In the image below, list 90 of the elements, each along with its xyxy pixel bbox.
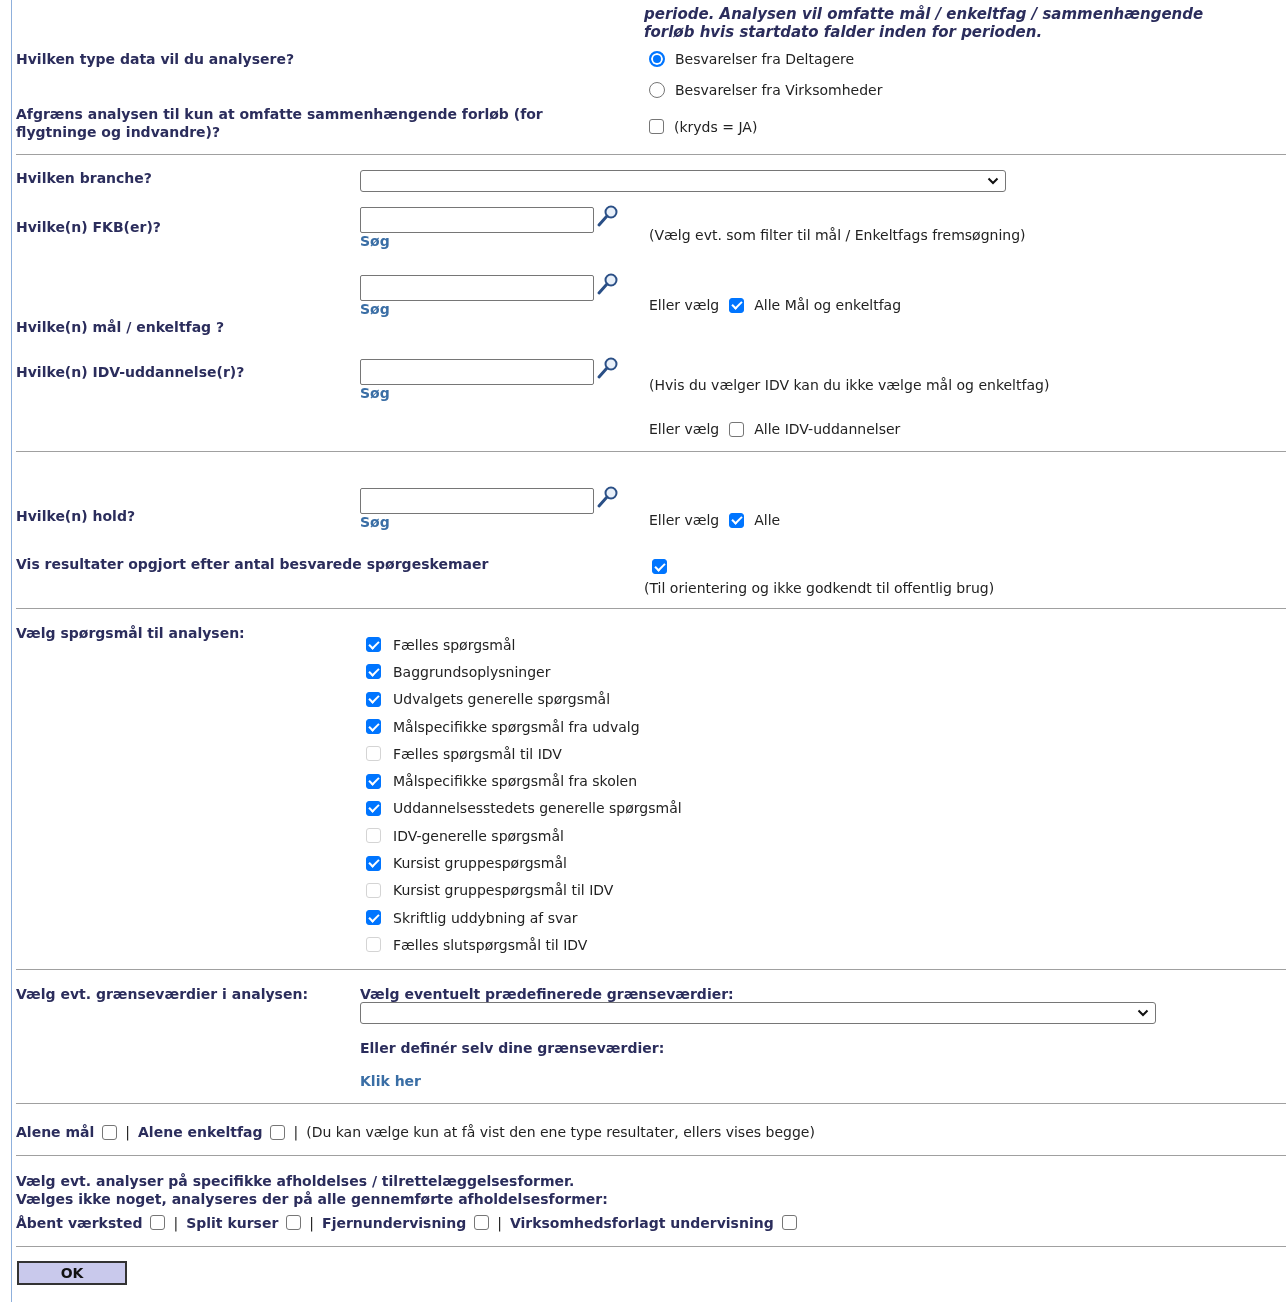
- chevron-icon: [987, 177, 999, 185]
- note-text: (Du kan vælge kun at få vist den ene type resultater, ellers vises begge): [306, 1124, 815, 1141]
- checkbox-label: Fælles spørgsmål til IDV: [393, 745, 562, 762]
- checkbox[interactable]: [729, 297, 745, 313]
- checkbox[interactable]: [150, 1215, 166, 1231]
- search-icon[interactable]: [596, 356, 620, 380]
- checkbox[interactable]: [366, 664, 381, 680]
- checkbox[interactable]: [366, 691, 381, 707]
- checkbox[interactable]: [366, 637, 381, 653]
- instruction-text: Vælges ikke noget, analyseres der på alle gennemførte afholdelsesformer:: [16, 1189, 609, 1208]
- search-icon[interactable]: [596, 272, 620, 296]
- checkbox-label: Alle IDV-uddannelser: [754, 421, 901, 437]
- checkbox[interactable]: [781, 1215, 797, 1231]
- option-text: Eller vælg: [649, 512, 720, 528]
- checkbox[interactable]: [286, 1215, 302, 1231]
- checkbox[interactable]: [366, 773, 381, 789]
- separator-text: |: [309, 1214, 315, 1231]
- ok-button[interactable]: OK: [17, 1260, 127, 1285]
- search-field[interactable]: [360, 488, 594, 514]
- checkbox-label: Kursist gruppespørgsmål til IDV: [393, 882, 614, 899]
- checkbox-label: Alle Mål og enkeltfag: [754, 297, 902, 313]
- search-icon[interactable]: [596, 204, 620, 228]
- question-label: Hvilken branche?: [16, 170, 153, 188]
- radio-button[interactable]: [649, 50, 665, 67]
- checkbox[interactable]: [729, 421, 745, 437]
- separator-text: |: [125, 1124, 131, 1141]
- checkbox[interactable]: [102, 1124, 118, 1140]
- checkbox-label: Åbent værksted: [16, 1214, 143, 1231]
- search-icon[interactable]: [596, 485, 620, 509]
- question-label: Hvilke(n) mål / enkeltfag ?: [16, 318, 226, 335]
- checkbox-label: Målspecifikke spørgsmål fra udvalg: [393, 718, 640, 735]
- search-field[interactable]: [360, 275, 594, 301]
- separator-text: |: [293, 1124, 299, 1141]
- link[interactable]: Klik her: [360, 1072, 421, 1089]
- checkbox[interactable]: [270, 1124, 286, 1140]
- note-text: (Til orientering og ikke godkendt til offentlig brug): [644, 580, 995, 596]
- checkbox[interactable]: [474, 1215, 490, 1231]
- chevron-icon: [1137, 1008, 1149, 1017]
- separator-text: |: [497, 1214, 502, 1231]
- instruction-text: Vælg evt. analyser på specifikke afholdelses / tilrettelæggelsesformer.: [16, 1171, 576, 1190]
- option-text: Eller vælg: [649, 297, 720, 313]
- question-label: Vis resultater opgjort efter antal besvarede spørgeskemaer: [16, 556, 490, 574]
- search-link[interactable]: Søg: [360, 385, 390, 401]
- checkbox-label: IDV-generelle spørgsmål: [393, 827, 564, 844]
- search-link[interactable]: Søg: [360, 301, 390, 317]
- checkbox-label: Fælles spørgsmål: [393, 636, 516, 653]
- question-label: Vælg evt. grænseværdier i analysen:: [16, 985, 309, 1004]
- search-link[interactable]: Søg: [360, 514, 390, 530]
- note-text: (Hvis du vælger IDV kan du ikke vælge mål og enkeltfag): [649, 377, 1051, 393]
- section-heading: Eller definér selv dine grænseværdier:: [360, 1039, 665, 1056]
- search-field[interactable]: [360, 359, 594, 385]
- checkbox-label: Baggrundsoplysninger: [393, 663, 551, 680]
- option-label: Besvarelser fra Deltagere: [675, 50, 855, 67]
- note-text: (Vælg evt. som filter til mål / Enkeltfags fremsøgning): [649, 227, 1027, 243]
- option-label: Besvarelser fra Virksomheder: [675, 81, 883, 98]
- checkbox-label: (kryds = JA): [674, 118, 758, 135]
- search-link[interactable]: Søg: [360, 233, 390, 249]
- dropdown[interactable]: [360, 170, 1006, 192]
- checkbox-label: Fjernundervisning: [322, 1214, 467, 1231]
- question-label: Afgræns analysen til kun at omfatte sammenhængende forløb (for flygtninge og indvandre)?: [16, 105, 544, 141]
- checkbox-label: Udvalgets generelle spørgsmål: [393, 691, 611, 708]
- checkbox-label: Alene mål: [16, 1124, 95, 1141]
- separator-text: |: [173, 1214, 179, 1231]
- question-label: Hvilken type data vil du analysere?: [16, 50, 295, 69]
- checkbox[interactable]: [366, 719, 381, 735]
- search-field[interactable]: [360, 207, 594, 233]
- question-label: Vælg spørgsmål til analysen:: [16, 625, 246, 643]
- checkbox[interactable]: [366, 800, 381, 816]
- radio-button[interactable]: [649, 81, 665, 98]
- checkbox[interactable]: [366, 910, 381, 926]
- note-text: periode. Analysen vil omfatte mål / enkeltfag / sammenhængende forløb hvis startdato falder inden for perioden.: [644, 4, 1205, 41]
- checkbox-label: Split kurser: [186, 1214, 279, 1231]
- checkbox-label: Uddannelsesstedets generelle spørgsmål: [393, 800, 682, 817]
- checkbox-label: Alle: [754, 512, 781, 528]
- checkbox-label: Kursist gruppespørgsmål: [393, 855, 567, 871]
- checkbox-label: Alene enkeltfag: [138, 1124, 263, 1141]
- checkbox-label: Virksomhedsforlagt undervisning: [509, 1214, 774, 1231]
- question-label: Hvilke(n) FKB(er)?: [16, 218, 162, 237]
- question-label: Hvilke(n) hold?: [16, 507, 137, 526]
- checkbox-label: Målspecifikke spørgsmål fra skolen: [393, 773, 638, 790]
- checkbox[interactable]: [649, 119, 664, 134]
- checkbox-label: Fælles slutspørgsmål til IDV: [393, 936, 588, 953]
- option-text: Eller vælg: [649, 421, 720, 437]
- dropdown[interactable]: [360, 1001, 1156, 1024]
- checkbox[interactable]: [652, 559, 667, 574]
- checkbox-label: Skriftlig uddybning af svar: [393, 909, 578, 926]
- question-label: Hvilke(n) IDV-uddannelse(r)?: [16, 363, 246, 382]
- checkbox[interactable]: [729, 512, 745, 528]
- checkbox[interactable]: [366, 855, 381, 871]
- section-heading: Vælg eventuelt prædefinerede grænseværdier:: [360, 985, 734, 1002]
